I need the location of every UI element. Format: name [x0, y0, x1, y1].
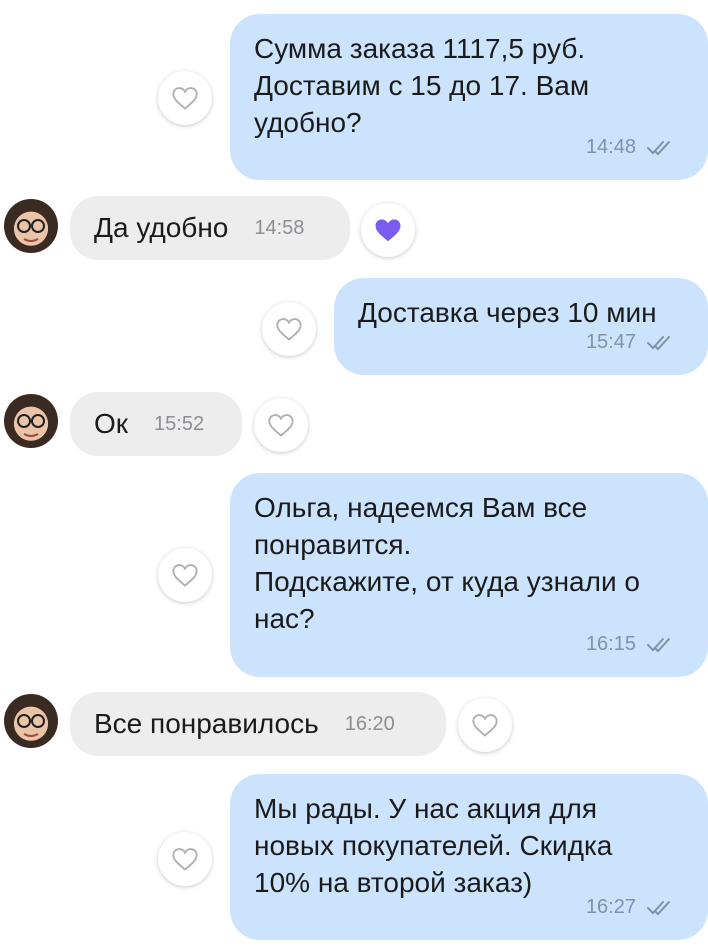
message-text: Мы рады. У нас акция для новых покупател…	[254, 793, 613, 898]
message-time: 14:58	[254, 216, 305, 239]
heart-outline-icon	[268, 414, 294, 437]
like-button[interactable]	[254, 398, 308, 452]
heart-filled-icon	[375, 219, 401, 242]
message-time: 16:15	[585, 633, 636, 655]
double-check-icon	[647, 140, 670, 155]
like-button[interactable]	[158, 832, 212, 886]
heart-outline-icon	[276, 318, 302, 341]
like-button-active[interactable]	[361, 203, 415, 257]
message-text: Ок	[94, 408, 129, 439]
double-check-icon	[647, 900, 670, 915]
message-time: 15:47	[585, 331, 636, 353]
heart-outline-icon	[172, 848, 198, 871]
message-bubble-outgoing: Ольга, надеемся Вам все понравится. Подс…	[230, 473, 708, 677]
message-time: 14:48	[585, 136, 636, 158]
user-avatar[interactable]	[4, 199, 58, 253]
heart-outline-icon	[172, 87, 198, 110]
message-time: 15:52	[154, 412, 205, 435]
user-avatar[interactable]	[4, 694, 58, 748]
message-bubble-incoming: Да удобно 14:58	[70, 196, 350, 260]
message-bubble-outgoing: Доставка через 10 мин 15:47	[334, 278, 708, 375]
double-check-icon	[647, 335, 670, 350]
message-text: Да удобно	[94, 212, 229, 243]
message-bubble-incoming: Все понравилось 16:20	[70, 692, 446, 756]
double-check-icon	[647, 637, 670, 652]
message-meta: 16:27	[586, 889, 680, 926]
message-text: Ольга, надеемся Вам все понравится. Подс…	[254, 492, 640, 634]
message-meta: 15:47	[586, 324, 680, 361]
like-button[interactable]	[458, 698, 512, 752]
user-avatar[interactable]	[4, 394, 58, 448]
like-button[interactable]	[262, 302, 316, 356]
message-meta: 16:15	[586, 626, 680, 663]
message-time: 16:27	[585, 896, 636, 918]
message-bubble-outgoing: Мы рады. У нас акция для новых покупател…	[230, 774, 708, 940]
message-text: Все понравилось	[94, 708, 319, 739]
like-button[interactable]	[158, 71, 212, 125]
like-button[interactable]	[158, 548, 212, 602]
message-bubble-outgoing: Сумма заказа 1117,5 руб. Доставим с 15 д…	[230, 14, 708, 180]
message-meta: 14:48	[586, 129, 680, 166]
message-time: 16:20	[344, 712, 395, 735]
message-bubble-incoming: Ок 15:52	[70, 392, 242, 456]
heart-outline-icon	[472, 714, 498, 737]
heart-outline-icon	[172, 564, 198, 587]
message-text: Сумма заказа 1117,5 руб. Доставим с 15 д…	[254, 33, 590, 138]
